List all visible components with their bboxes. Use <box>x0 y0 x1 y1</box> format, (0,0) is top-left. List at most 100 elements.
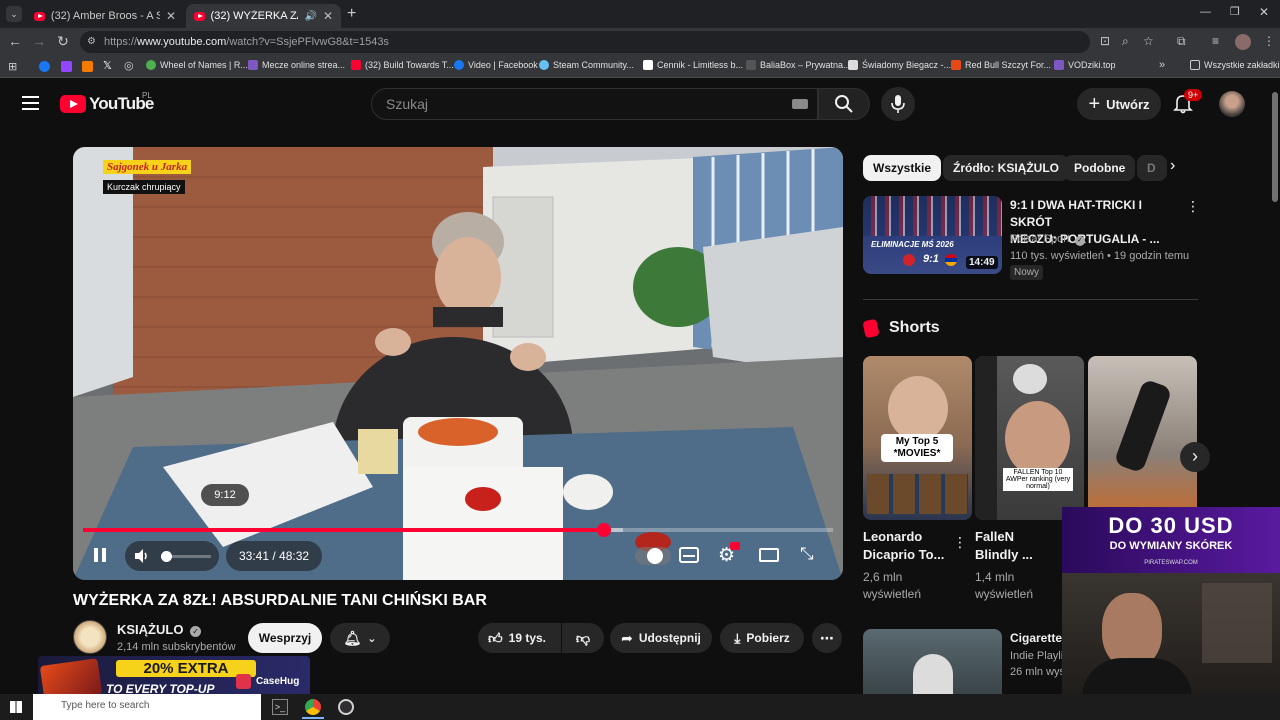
chip-more[interactable]: D <box>1137 155 1167 181</box>
install-app-icon[interactable]: ⊡ <box>1100 34 1110 48</box>
progress-scrubber[interactable] <box>596 523 611 537</box>
bookmark-item[interactable]: Cennik - Limitless b... <box>643 60 743 70</box>
chip-source[interactable]: Źródło: KSIĄŻULO <box>943 155 1069 181</box>
address-bar[interactable]: ⚙ https://www.youtube.com/watch?v=SsjePF… <box>80 31 1090 53</box>
facebook-bookmark-icon[interactable] <box>39 61 50 72</box>
like-button[interactable]: 👍︎ 19 tys. <box>478 623 561 653</box>
channel-name[interactable]: KSIĄŻULO ✓ <box>117 622 202 637</box>
recommendation-title[interactable]: Cigarettes <box>1010 631 1069 645</box>
notification-badge: 9+ <box>1184 89 1203 101</box>
rec-more-icon[interactable]: ⋮ <box>1186 198 1200 215</box>
close-tab-icon[interactable]: ✕ <box>166 9 176 23</box>
theater-mode-icon[interactable] <box>759 548 779 562</box>
subtitles-button[interactable] <box>679 547 699 563</box>
scrollbar-thumb[interactable] <box>1272 92 1278 202</box>
close-tab-icon[interactable]: ✕ <box>323 9 333 23</box>
channel-avatar[interactable] <box>73 620 107 654</box>
fullscreen-icon[interactable]: ⤡ <box>800 544 814 564</box>
tab-audio-icon[interactable]: 🔊 <box>304 11 316 22</box>
orange-bookmark-icon[interactable] <box>82 61 93 72</box>
bookmark-star-icon[interactable]: ☆ <box>1143 34 1154 48</box>
all-bookmarks-folder[interactable]: Wszystkie zakładki <box>1190 60 1280 70</box>
bookmark-item[interactable]: Wheel of Names | R... <box>146 60 248 70</box>
apps-grid-icon[interactable]: ⊞ <box>8 60 17 73</box>
rec-channel[interactable]: Polsat Sport ✓ <box>1010 233 1085 246</box>
recommendation-thumbnail[interactable]: ELIMINACJE MŚ 2026 9:1 14:49 <box>863 196 1002 274</box>
browser-tab-active[interactable]: (32) WYŻERKA ZA 8ZŁ! ABS 🔊 ✕ <box>186 4 341 28</box>
autoplay-toggle[interactable] <box>635 547 671 565</box>
account-avatar[interactable] <box>1219 91 1245 117</box>
taskbar-search-placeholder: Type here to search <box>61 700 150 711</box>
support-button[interactable]: Wesprzyj <box>248 623 322 653</box>
short-views-line: 2,6 mln <box>863 570 903 584</box>
chrome-app-icon[interactable] <box>305 699 321 715</box>
site-info-icon[interactable]: ⚙ <box>87 31 96 53</box>
extensions-icon[interactable]: ⧉ <box>1177 34 1186 49</box>
share-button[interactable]: ➦ Udostępnij <box>610 623 712 653</box>
progress-bar[interactable] <box>83 523 833 537</box>
profile-avatar[interactable] <box>1235 34 1251 50</box>
keyboard-icon[interactable] <box>792 99 808 109</box>
terminal-app-icon[interactable]: >_ <box>272 699 288 715</box>
search-input[interactable]: Szukaj <box>371 88 818 120</box>
pause-button[interactable] <box>93 547 109 564</box>
volume-slider[interactable] <box>161 551 211 562</box>
x-bookmark-icon[interactable]: 𝕏 <box>103 59 112 72</box>
bookmark-item[interactable]: Steam Community... <box>539 60 634 70</box>
zoom-icon[interactable]: ⌕ <box>1122 34 1129 49</box>
taskbar-search-input[interactable]: Type here to search <box>33 694 261 720</box>
short-title[interactable]: FalleN Blindly ... <box>975 528 1033 564</box>
short-views: 2,6 mln wyświetleń <box>863 569 921 603</box>
short-thumbnail[interactable] <box>1088 356 1197 520</box>
youtube-logo[interactable]: YouTube <box>60 94 154 114</box>
create-button[interactable]: + Utwórz <box>1077 88 1161 120</box>
minimize-window-button[interactable]: — <box>1200 6 1211 18</box>
short-title[interactable]: Leonardo Dicaprio To... <box>863 528 944 564</box>
short-title-line: FalleN <box>975 529 1015 544</box>
bookmark-item[interactable]: Red Bull Szczyt For... <box>951 60 1051 70</box>
twitch-bookmark-icon[interactable] <box>61 61 72 72</box>
restore-window-button[interactable]: ❐ <box>1230 5 1240 18</box>
media-control-icon[interactable]: ≡ <box>1212 34 1219 48</box>
volume-control[interactable] <box>125 541 219 571</box>
browser-tab[interactable]: (32) Amber Broos - A State of T ✕ <box>26 4 184 28</box>
subscribed-bell-button[interactable]: 🔔︎ ⌄ <box>330 623 390 653</box>
browser-menu-icon[interactable]: ⋮ <box>1263 34 1275 48</box>
dislike-button[interactable]: 👎︎ <box>562 623 604 653</box>
search-button[interactable] <box>818 88 870 120</box>
new-tab-button[interactable]: + <box>347 5 356 23</box>
download-button[interactable]: ⤓ Pobierz <box>720 623 804 653</box>
forward-icon[interactable]: → <box>30 33 48 49</box>
rec-channel[interactable]: Indie Playlis <box>1010 650 1069 662</box>
volume-knob[interactable] <box>161 551 172 562</box>
hamburger-menu-icon[interactable] <box>22 96 39 110</box>
bookmark-item[interactable]: (32) Build Towards T... <box>351 60 454 70</box>
globe-bookmark-icon[interactable]: ◎ <box>124 59 134 72</box>
back-icon[interactable]: ← <box>6 33 24 49</box>
verified-check-icon: ✓ <box>1074 236 1085 246</box>
chips-next-arrow-icon[interactable]: › <box>1170 157 1175 175</box>
obs-app-icon[interactable] <box>338 699 354 715</box>
bookmark-item[interactable]: Świadomy Biegacz -... <box>848 60 951 70</box>
short-thumbnail[interactable]: My Top 5 *MOVIES* <box>863 356 972 520</box>
short-thumbnail[interactable]: FALLEN Top 10 AWPer ranking (very normal… <box>975 356 1084 520</box>
bookmark-item[interactable]: VODziki.top <box>1054 60 1116 70</box>
bookmark-item[interactable]: BaliaBox – Prywatna... <box>746 60 851 70</box>
more-actions-button[interactable]: ⋯ <box>812 623 842 653</box>
chip-related[interactable]: Podobne <box>1064 155 1136 181</box>
windows-start-icon[interactable] <box>10 701 22 713</box>
bookmark-item[interactable]: Mecze online strea... <box>248 60 345 70</box>
notifications-button[interactable]: 9+ <box>1172 89 1203 116</box>
voice-search-button[interactable] <box>881 87 915 121</box>
short-more-icon[interactable]: ⋮ <box>953 534 967 551</box>
shorts-next-button[interactable]: › <box>1180 442 1210 472</box>
close-window-button[interactable]: ✕ <box>1259 5 1269 19</box>
more-bookmarks-icon[interactable]: » <box>1159 59 1165 71</box>
reload-icon[interactable]: ↻ <box>54 33 72 50</box>
chip-all[interactable]: Wszystkie <box>863 155 942 181</box>
recommendation-thumbnail[interactable] <box>863 629 1002 694</box>
settings-gear-icon[interactable]: ⚙ <box>718 542 740 567</box>
bookmark-item[interactable]: Video | Facebook <box>454 60 538 70</box>
tab-search-dropdown[interactable]: ⌄ <box>6 6 22 22</box>
video-player[interactable]: Sajgonek u Jarka Kurczak chrupiący 9:12 … <box>73 147 843 580</box>
